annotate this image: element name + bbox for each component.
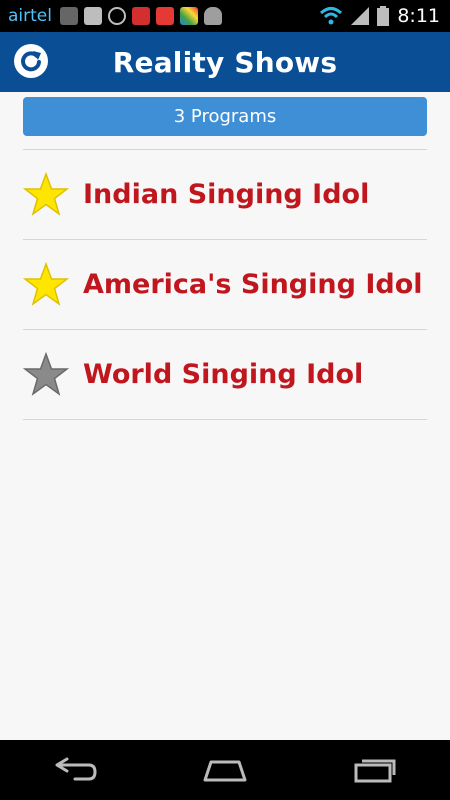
status-right: 8:11 [319, 5, 440, 27]
list-item[interactable]: Indian Singing Idol [23, 150, 427, 239]
status-bar: airtel 8:11 [0, 0, 450, 32]
refresh-icon [21, 51, 41, 72]
back-button[interactable] [30, 745, 120, 795]
program-count-badge: 3 Programs [23, 97, 427, 136]
wifi-icon [320, 7, 343, 25]
refresh-button[interactable] [14, 44, 48, 78]
signal-icon [351, 7, 370, 25]
clock: 8:11 [397, 5, 440, 27]
home-icon [203, 760, 247, 782]
app-icon-3 [179, 7, 198, 25]
divider [23, 419, 427, 420]
page-title: Reality Shows [112, 45, 338, 79]
program-name: World Singing Idol [83, 359, 364, 390]
program-name: America's Singing Idol [83, 269, 423, 300]
content-area: 3 Programs Indian Singing Idol America's… [0, 92, 450, 740]
star-filled-icon[interactable] [23, 261, 69, 308]
carrier-label: airtel [8, 6, 52, 26]
home-button[interactable] [180, 745, 270, 795]
recent-apps-button[interactable] [330, 745, 420, 795]
android-icon [203, 7, 222, 25]
sync-icon [107, 7, 126, 25]
star-filled-icon[interactable] [23, 171, 69, 218]
navigation-bar [0, 740, 450, 800]
list-item[interactable]: World Singing Idol [23, 330, 427, 419]
program-name: Indian Singing Idol [83, 179, 370, 210]
app-bar: Reality Shows [0, 32, 450, 92]
storage-icon [59, 7, 78, 25]
star-outline-icon[interactable] [23, 351, 69, 398]
message-icon [83, 7, 102, 25]
battery-icon [377, 6, 390, 26]
list-item[interactable]: America's Singing Idol [23, 240, 427, 329]
app-icon-1 [131, 7, 150, 25]
app-icon-2 [155, 7, 174, 25]
back-icon [55, 757, 97, 781]
notification-icons [59, 7, 222, 25]
recent-apps-icon [354, 759, 396, 783]
